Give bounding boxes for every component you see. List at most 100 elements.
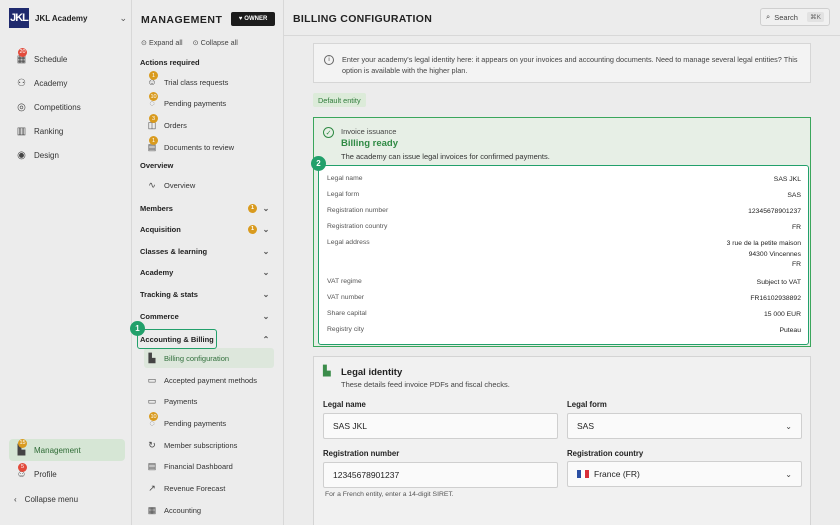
sidebar-item-profile[interactable]: ☺ 5 Profile	[9, 462, 125, 485]
chevron-down-icon: ⌄	[785, 421, 792, 431]
heart-icon: ♥	[238, 16, 243, 22]
registration-number-value: 12345678901237	[333, 470, 400, 480]
info-icon: i	[324, 55, 334, 65]
palette-icon: ◉	[17, 149, 26, 161]
profile-badge: 5	[18, 462, 27, 472]
invoice-issuance-card: ✓ Invoice issuance Billing ready The aca…	[313, 117, 811, 347]
action-badge: 3	[149, 114, 158, 123]
legal-identity-title: Legal identity	[341, 367, 403, 378]
france-flag-icon	[577, 470, 589, 478]
registration-number-label: Registration number	[323, 449, 400, 458]
group-classes-learning[interactable]: Classes & learning ⌄	[140, 242, 270, 260]
collapse-menu-button[interactable]: ‹ Collapse menu	[14, 495, 78, 504]
academy-switcher[interactable]: JKL JKL Academy ⌄	[9, 8, 127, 28]
search-shortcut: ⌘K	[807, 12, 824, 22]
detail-value: 3 rue de la petite maison 94300 Vincenne…	[726, 240, 801, 268]
subitem-label: Revenue Forecast	[164, 483, 226, 493]
subitem-label: Accounting	[164, 505, 202, 515]
refresh-icon: ↻	[148, 439, 156, 450]
chevron-down-icon: ⌄	[262, 203, 270, 213]
main-sidebar: JKL JKL Academy ⌄ ▦ 20 Schedule ⚇ Academy…	[0, 0, 132, 525]
detail-value: FR	[791, 224, 801, 231]
chevron-down-icon: ⌄	[785, 469, 792, 479]
detail-value: SAS	[787, 192, 801, 199]
subitem-member-subscriptions[interactable]: ↻ Member subscriptions	[144, 435, 274, 455]
chevron-down-icon: ⌄	[262, 311, 270, 321]
subitem-revenue-forecast[interactable]: ↗ Revenue Forecast	[144, 478, 274, 498]
action-badge: 1	[149, 71, 158, 80]
action-pending-payments[interactable]: ◌ 10 Pending payments	[144, 92, 274, 113]
action-documents-to-review[interactable]: ▤ 1 Documents to review	[144, 136, 274, 157]
chart-icon: ▙ 15	[17, 438, 27, 456]
search-icon: ⌕	[766, 12, 771, 21]
legal-name-input[interactable]: SAS JKL	[323, 413, 558, 439]
management-panel: MANAGEMENT ♥ OWNER ⊙ Expand all ⊙ Collapse …	[132, 0, 284, 525]
group-academy[interactable]: Academy ⌄	[140, 263, 270, 281]
chevron-down-icon: ⌄	[262, 224, 270, 234]
sidebar-item-label: Profile	[34, 469, 57, 479]
sidebar-item-academy[interactable]: ⚇ Academy	[9, 72, 125, 94]
default-entity-tab[interactable]: Default entity	[313, 93, 366, 107]
expand-all-button[interactable]: ⊙ Expand all	[141, 38, 183, 47]
sidebar-item-label: Academy	[34, 78, 68, 88]
registration-country-label: Registration country	[567, 449, 644, 458]
collapse-all-button[interactable]: ⊙ Collapse all	[193, 38, 238, 47]
sidebar-item-design[interactable]: ◉ Design	[9, 144, 125, 166]
legal-name-value: SAS JKL	[333, 421, 368, 431]
trophy-icon: ◎	[17, 101, 26, 113]
detail-key: Registry city	[327, 326, 365, 333]
group-members[interactable]: Members 1 ⌄	[140, 199, 270, 217]
detail-key: Registration number	[327, 207, 389, 214]
overview-item[interactable]: ∿ Overview	[144, 175, 274, 195]
subitem-label: Financial Dashboard	[164, 461, 233, 471]
subitem-payments[interactable]: ▭ Payments	[144, 391, 274, 411]
subitem-accepted-payment-methods[interactable]: ▭ Accepted payment methods	[144, 370, 274, 390]
main-content: BILLING CONFIGURATION ⌕ Search ⌘K i Ente…	[284, 0, 840, 525]
action-label: Trial class requests	[164, 77, 229, 87]
detail-key: VAT regime	[327, 278, 362, 285]
legal-form-select[interactable]: SAS ⌄	[567, 413, 802, 439]
user-plus-icon: ☺ 1	[147, 71, 158, 87]
subitem-financial-dashboard[interactable]: ▤ Financial Dashboard	[144, 456, 274, 476]
action-badge: 10	[149, 92, 158, 101]
subitem-pending-payments[interactable]: ◌ 10 Pending payments	[144, 412, 274, 433]
action-label: Documents to review	[164, 142, 235, 152]
group-acquisition[interactable]: Acquisition 1 ⌄	[140, 220, 270, 238]
group-badge: 1	[248, 203, 257, 213]
page-title: BILLING CONFIGURATION	[293, 13, 433, 25]
sidebar-item-schedule[interactable]: ▦ 20 Schedule	[9, 47, 125, 70]
action-trial-class-requests[interactable]: ☺ 1 Trial class requests	[144, 71, 274, 92]
subitem-billing-configuration[interactable]: ▙ Billing configuration	[144, 348, 274, 368]
academy-name: JKL Academy	[35, 13, 88, 23]
detail-value: Subject to VAT	[756, 279, 801, 286]
subitem-label: Member subscriptions	[164, 440, 238, 450]
info-text: Enter your academy's legal identity here…	[342, 55, 798, 75]
card-icon: ▭	[147, 395, 157, 406]
search-button[interactable]: ⌕ Search ⌘K	[760, 8, 830, 26]
document-icon: ▤ 1	[147, 136, 158, 152]
sidebar-item-management[interactable]: ▙ 15 Management	[9, 438, 125, 461]
group-label: Commerce	[140, 311, 179, 321]
detail-value: SAS JKL	[773, 176, 801, 183]
registration-country-select[interactable]: France (FR) ⌄	[567, 461, 802, 487]
group-commerce[interactable]: Commerce ⌄	[140, 307, 270, 325]
detail-value: FR16102938892	[750, 295, 801, 302]
action-orders[interactable]: ◫ 3 Orders	[144, 114, 274, 135]
wallet-icon: ▭	[147, 374, 157, 385]
schedule-badge: 20	[18, 47, 27, 57]
sidebar-item-competitions[interactable]: ◎ Competitions	[9, 96, 125, 118]
sidebar-item-ranking[interactable]: ▥ Ranking	[9, 120, 125, 142]
subitem-badge: 10	[149, 412, 158, 421]
sidebar-item-label: Ranking	[34, 126, 64, 136]
top-bar: BILLING CONFIGURATION ⌕ Search ⌘K	[284, 0, 840, 36]
academy-logo: JKL	[9, 8, 29, 28]
building-icon: ▙	[148, 352, 156, 363]
subitem-accounting[interactable]: ▦ Accounting	[144, 500, 274, 520]
group-tracking-stats[interactable]: Tracking & stats ⌄	[140, 285, 270, 303]
subitem-label: Accepted payment methods	[164, 375, 257, 385]
action-label: Pending payments	[164, 98, 227, 108]
registration-number-input[interactable]: 12345678901237	[323, 462, 558, 488]
dashboard-icon: ▤	[147, 460, 157, 471]
expand-all-label: Expand all	[149, 38, 183, 47]
info-banner: i Enter your academy's legal identity he…	[313, 43, 811, 83]
